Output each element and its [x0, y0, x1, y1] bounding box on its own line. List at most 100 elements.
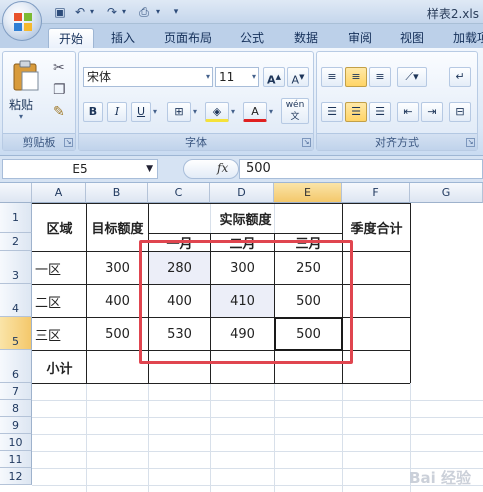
copy-icon[interactable]: ❐	[53, 82, 66, 98]
increase-indent-button[interactable]: ⇥	[421, 102, 443, 122]
align-left-button[interactable]: ☰	[321, 102, 343, 122]
orientation-button[interactable]: ⟋▾	[397, 67, 427, 87]
save-icon[interactable]: ▣	[52, 4, 68, 20]
cut-icon[interactable]: ✂	[53, 60, 65, 76]
align-center-button[interactable]: ☰	[345, 102, 367, 122]
wrap-text-button[interactable]: ↵	[449, 67, 471, 87]
font-size-select[interactable]: 11 ▾	[215, 67, 259, 87]
column-header-e[interactable]: E	[274, 183, 342, 203]
merge-center-button[interactable]: ⊟	[449, 102, 471, 122]
gridline	[32, 417, 483, 418]
row-header-12[interactable]: 12	[0, 468, 32, 485]
font-name-dropdown-icon[interactable]: ▾	[206, 68, 210, 86]
column-header-a[interactable]: A	[32, 183, 86, 203]
window-title: 样表2.xls	[426, 7, 479, 21]
formula-input[interactable]: 500	[239, 159, 483, 179]
middle-align-button[interactable]: ≡	[345, 67, 367, 87]
column-header-f[interactable]: F	[342, 183, 410, 203]
column-header-g[interactable]: G	[410, 183, 483, 203]
row-header-9[interactable]: 9	[0, 417, 32, 434]
font-launcher-icon[interactable]: ↘	[302, 138, 311, 147]
bottom-align-button[interactable]: ≡	[369, 67, 391, 87]
tab-home[interactable]: 开始	[48, 28, 94, 48]
cell-a3[interactable]: 一区	[33, 252, 86, 284]
fill-color-dropdown-icon[interactable]: ▾	[231, 107, 235, 116]
font-size-dropdown-icon[interactable]: ▾	[252, 68, 256, 86]
paste-label[interactable]: 粘贴	[9, 96, 33, 113]
column-header-d[interactable]: D	[210, 183, 274, 203]
phonetic-button[interactable]: wén 文	[281, 98, 309, 124]
font-color-button[interactable]: A	[243, 102, 267, 122]
underline-button[interactable]: U	[131, 102, 151, 122]
shrink-font-button[interactable]: A▼	[287, 67, 309, 87]
customize-toolbar-icon[interactable]: ▾	[168, 4, 184, 20]
font-color-dropdown-icon[interactable]: ▾	[269, 107, 273, 116]
tab-addins[interactable]: 加载项	[446, 28, 483, 48]
format-painter-icon[interactable]: ✎	[53, 104, 65, 120]
tab-view[interactable]: 视图	[392, 28, 432, 48]
cell-f5[interactable]	[343, 318, 410, 350]
font-name-value: 宋体	[87, 70, 112, 84]
borders-dropdown-icon[interactable]: ▾	[193, 107, 197, 116]
clipboard-group: 粘贴 ▾ ✂ ❐ ✎ 剪贴板 ↘	[2, 51, 76, 151]
italic-button[interactable]: I	[107, 102, 127, 122]
tab-data[interactable]: 数据	[286, 28, 326, 48]
name-box-dropdown-icon[interactable]: ▼	[146, 160, 153, 178]
table-border	[410, 203, 411, 383]
font-group-label: 字体	[79, 133, 313, 150]
bold-button[interactable]: B	[83, 102, 103, 122]
office-logo-icon	[14, 13, 32, 31]
column-header-c[interactable]: C	[148, 183, 210, 203]
font-name-select[interactable]: 宋体 ▾	[83, 67, 213, 87]
name-box-value: E5	[72, 162, 88, 176]
row-header-5[interactable]: 5	[0, 317, 32, 350]
row-header-8[interactable]: 8	[0, 400, 32, 417]
clipboard-launcher-icon[interactable]: ↘	[64, 138, 73, 147]
preview-dropdown-icon[interactable]: ▾	[150, 4, 166, 20]
row-header-7[interactable]: 7	[0, 383, 32, 400]
office-button[interactable]	[2, 1, 42, 41]
ribbon-tabs: 开始 插入 页面布局 公式 数据 审阅 视图 加载项	[0, 24, 483, 48]
tab-page-layout[interactable]: 页面布局	[156, 28, 220, 48]
align-right-button[interactable]: ☰	[369, 102, 391, 122]
select-all-corner[interactable]	[0, 183, 32, 203]
tab-review[interactable]: 审阅	[340, 28, 380, 48]
paste-dropdown-icon[interactable]: ▾	[19, 112, 23, 121]
grow-font-button[interactable]: A▲	[263, 67, 285, 87]
row-header-3[interactable]: 3	[0, 251, 32, 284]
tab-insert[interactable]: 插入	[104, 28, 142, 48]
row-header-10[interactable]: 10	[0, 434, 32, 451]
fill-color-button[interactable]: ◈	[205, 102, 229, 122]
cell-a4[interactable]: 二区	[33, 285, 86, 317]
paste-icon[interactable]	[11, 60, 41, 92]
redo-dropdown-icon[interactable]: ▾	[116, 4, 132, 20]
underline-dropdown-icon[interactable]: ▾	[153, 107, 157, 116]
alignment-launcher-icon[interactable]: ↘	[466, 138, 475, 147]
tab-formulas[interactable]: 公式	[232, 28, 272, 48]
row-header-2[interactable]: 2	[0, 233, 32, 251]
name-box[interactable]: E5 ▼	[2, 159, 158, 179]
cell-actual-header[interactable]: 实际额度	[149, 204, 342, 233]
gridline	[32, 434, 483, 435]
row-header-4[interactable]: 4	[0, 284, 32, 317]
column-header-b[interactable]: B	[86, 183, 148, 203]
insert-function-icon[interactable]: fx	[217, 161, 228, 175]
cell-region-header[interactable]: 区域	[33, 204, 86, 251]
cell-f3[interactable]	[343, 252, 410, 284]
font-group: 宋体 ▾ 11 ▾ A▲ A▼ B I U ▾ ⊞ ▾ ◈ ▾ A ▾ wén 文…	[78, 51, 314, 151]
cell-season-header[interactable]: 季度合计	[343, 204, 410, 251]
row-header-6[interactable]: 6	[0, 350, 32, 383]
undo-dropdown-icon[interactable]: ▾	[84, 4, 100, 20]
formula-bar: E5 ▼ fx 500	[0, 156, 483, 183]
alignment-group-label: 对齐方式	[317, 133, 477, 150]
decrease-indent-button[interactable]: ⇤	[397, 102, 419, 122]
row-header-11[interactable]: 11	[0, 451, 32, 468]
cell-f4[interactable]	[343, 285, 410, 317]
cell-a5[interactable]: 三区	[33, 318, 86, 350]
top-align-button[interactable]: ≡	[321, 67, 343, 87]
cell-subtotal-label[interactable]: 小计	[33, 351, 86, 383]
row-header-1[interactable]: 1	[0, 203, 32, 233]
borders-button[interactable]: ⊞	[167, 102, 191, 122]
worksheet-grid[interactable]: A B C D E F G 1 2 3 4 5 6 7 8 9 10 11 12…	[0, 183, 483, 492]
watermark: Bai 经验	[409, 469, 471, 487]
